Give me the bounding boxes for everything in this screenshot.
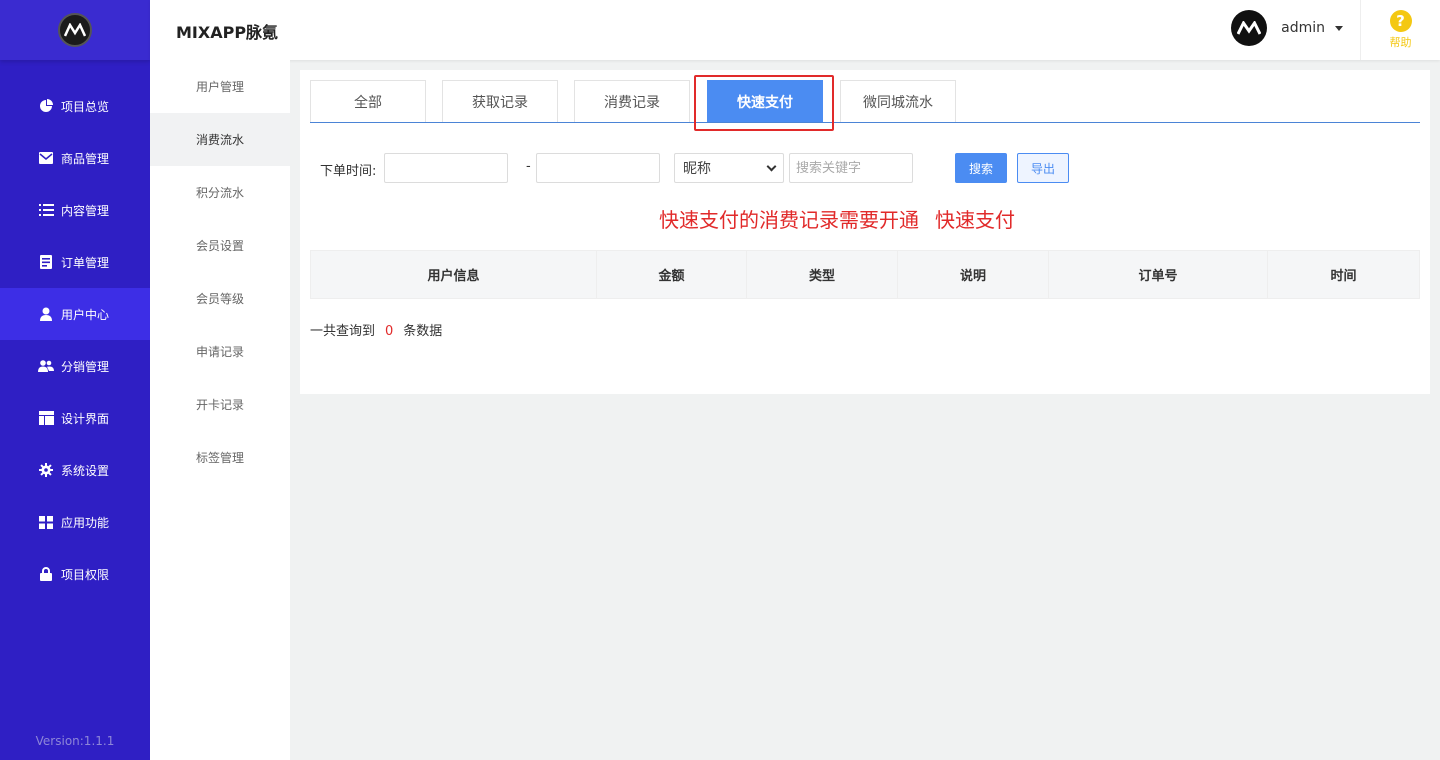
tab-all[interactable]: 全部 — [310, 80, 426, 122]
sidebar-item-label: 项目权限 — [61, 567, 110, 582]
lock-icon — [38, 566, 54, 582]
help-label: 帮助 — [1389, 36, 1412, 49]
question-icon: ? — [1389, 10, 1412, 32]
select-value: 昵称 — [683, 161, 711, 177]
quick-pay-notice: 快速支付的消费记录需要开通 快速支付 — [300, 204, 1374, 233]
column-user-info: 用户信息 — [311, 251, 597, 298]
column-order-number: 订单号 — [1049, 251, 1268, 298]
tab-city-flow[interactable]: 微同城流水 — [840, 80, 956, 122]
export-button[interactable]: 导出 — [1017, 153, 1069, 183]
main-panel: 全部 获取记录 消费记录 快速支付 微同城流水 下单时间: - 昵称 搜索 导出… — [300, 70, 1430, 394]
date-range-separator: - — [526, 159, 531, 174]
submenu-item-card-records[interactable]: 开卡记录 — [150, 378, 290, 431]
sidebar-nav: 项目总览 商品管理 内容管理 订单管理 用户中心 分销管理 设计界面 系统设置 — [0, 80, 150, 600]
notice-text: 快速支付的消费记录需要开通 — [659, 208, 919, 232]
pie-chart-icon — [38, 98, 54, 114]
submenu-item-member-levels[interactable]: 会员等级 — [150, 272, 290, 325]
column-amount: 金额 — [597, 251, 747, 298]
search-field-select[interactable]: 昵称 — [674, 153, 784, 183]
tab-quick-pay[interactable]: 快速支付 — [707, 80, 823, 122]
list-icon — [38, 202, 54, 218]
order-time-label: 下单时间: — [320, 164, 377, 179]
document-icon — [38, 254, 54, 270]
app-title: MIXAPP脉氪 — [176, 23, 279, 42]
column-type: 类型 — [747, 251, 898, 298]
main-sidebar: 项目总览 商品管理 内容管理 订单管理 用户中心 分销管理 设计界面 系统设置 — [0, 0, 150, 760]
column-time: 时间 — [1330, 269, 1357, 284]
secondary-menu: 用户管理 消费流水 积分流水 会员设置 会员等级 申请记录 开卡记录 标签管理 — [150, 60, 290, 760]
result-suffix: 条数据 — [403, 324, 443, 339]
result-count: 一共查询到 0 条数据 — [310, 320, 442, 339]
submenu-item-points-flow[interactable]: 积分流水 — [150, 166, 290, 219]
app-logo[interactable] — [58, 13, 92, 47]
tab-acquire-records[interactable]: 获取记录 — [442, 80, 558, 122]
tab-consume-records[interactable]: 消费记录 — [574, 80, 690, 122]
notice-link[interactable]: 快速支付 — [935, 208, 1015, 232]
sidebar-item-design[interactable]: 设计界面 — [0, 392, 150, 444]
result-number: 0 — [385, 324, 394, 339]
sidebar-item-label: 设计界面 — [61, 411, 110, 426]
sidebar-item-label: 系统设置 — [61, 463, 110, 478]
caret-down-icon[interactable] — [1335, 25, 1343, 31]
user-icon — [38, 306, 54, 322]
submenu-item-tags[interactable]: 标签管理 — [150, 431, 290, 484]
grid-icon — [38, 514, 54, 530]
chevron-down-icon — [766, 161, 777, 171]
sidebar-item-permissions[interactable]: 项目权限 — [0, 548, 150, 600]
sidebar-item-label: 内容管理 — [61, 203, 110, 218]
layout-icon — [38, 410, 54, 426]
help-button[interactable]: ? 帮助 — [1360, 0, 1440, 60]
records-table-header: 用户信息 金额 类型 说明 订单号 时间 — [310, 250, 1420, 299]
sidebar-item-orders[interactable]: 订单管理 — [0, 236, 150, 288]
result-prefix: 一共查询到 — [310, 324, 376, 339]
search-button[interactable]: 搜索 — [955, 153, 1007, 183]
logo-area — [0, 0, 150, 60]
filter-bar: 下单时间: - 昵称 搜索 导出 — [320, 153, 1420, 183]
users-icon — [38, 358, 54, 374]
sidebar-item-label: 用户中心 — [61, 307, 110, 322]
sidebar-item-distribution[interactable]: 分销管理 — [0, 340, 150, 392]
submenu-item-consumption-flow[interactable]: 消费流水 — [150, 113, 290, 166]
gear-icon — [38, 462, 54, 478]
avatar[interactable] — [1231, 10, 1268, 46]
username[interactable]: admin — [1281, 20, 1325, 36]
sidebar-item-label: 分销管理 — [61, 359, 110, 374]
keyword-search-input[interactable] — [789, 153, 913, 183]
sidebar-item-label: 订单管理 — [61, 255, 110, 270]
top-header: MIXAPP脉氪 admin ? 帮助 — [150, 0, 1440, 60]
submenu-item-user-management[interactable]: 用户管理 — [150, 60, 290, 113]
sidebar-item-label: 项目总览 — [61, 99, 110, 114]
column-description: 说明 — [898, 251, 1049, 298]
envelope-icon — [38, 150, 54, 166]
submenu-item-applications[interactable]: 申请记录 — [150, 325, 290, 378]
sidebar-item-settings[interactable]: 系统设置 — [0, 444, 150, 496]
version-label: Version:1.1.1 — [35, 734, 115, 748]
user-menu[interactable]: admin — [1231, 10, 1343, 46]
sidebar-item-label: 商品管理 — [61, 151, 110, 166]
sidebar-item-user-center[interactable]: 用户中心 — [0, 288, 150, 340]
sidebar-item-label: 应用功能 — [61, 515, 110, 530]
sidebar-item-content[interactable]: 内容管理 — [0, 184, 150, 236]
date-start-input[interactable] — [384, 153, 508, 183]
date-end-input[interactable] — [536, 153, 660, 183]
sidebar-item-overview[interactable]: 项目总览 — [0, 80, 150, 132]
sidebar-item-apps[interactable]: 应用功能 — [0, 496, 150, 548]
sidebar-item-products[interactable]: 商品管理 — [0, 132, 150, 184]
submenu-item-member-settings[interactable]: 会员设置 — [150, 219, 290, 272]
record-tabs: 全部 获取记录 消费记录 快速支付 微同城流水 — [310, 80, 1420, 123]
